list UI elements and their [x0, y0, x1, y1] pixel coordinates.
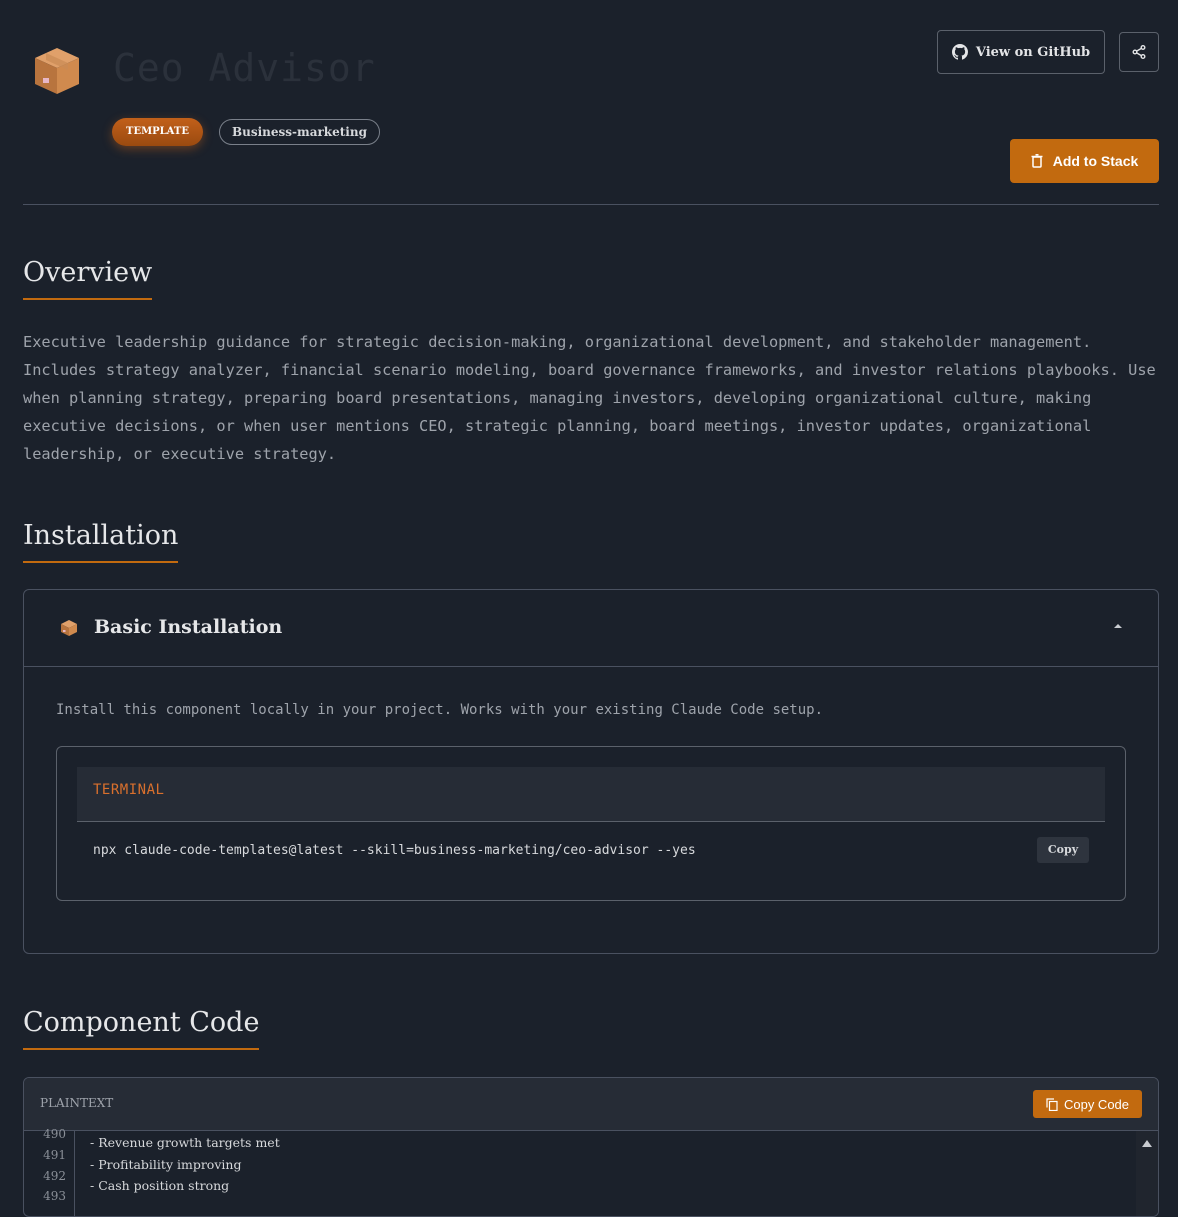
install-command[interactable]: npx claude-code-templates@latest --skill…: [93, 843, 696, 858]
line-number: 492: [43, 1169, 66, 1183]
installation-description: Install this component locally in your p…: [56, 702, 824, 718]
add-to-stack-label: Add to Stack: [1052, 153, 1139, 169]
basic-installation-toggle[interactable]: Basic Installation: [24, 590, 1158, 667]
basic-installation-card: Basic Installation Install this componen…: [23, 589, 1159, 954]
terminal-block: TERMINAL npx claude-code-templates@lates…: [56, 746, 1126, 901]
github-label: View on GitHub: [975, 44, 1091, 60]
line-number: 493: [43, 1189, 66, 1203]
add-to-stack-button[interactable]: Add to Stack: [1010, 139, 1159, 183]
line-number: 490: [43, 1127, 66, 1141]
trash-icon: [1031, 154, 1043, 168]
code-viewer: PLAINTEXT Copy Code 490 491 492 493 - Re…: [23, 1077, 1159, 1217]
code-line: - Profitability improving: [90, 1157, 242, 1172]
terminal-label: TERMINAL: [93, 782, 165, 798]
share-icon: [1132, 45, 1146, 59]
terminal-header: TERMINAL: [77, 767, 1105, 822]
category-badge[interactable]: Business-marketing: [218, 119, 380, 145]
copy-icon: [1046, 1097, 1058, 1111]
scroll-up-icon[interactable]: [1142, 1140, 1152, 1147]
package-icon: [61, 620, 77, 636]
page-header: Ceo Advisor TEMPLATE Business-marketing …: [23, 0, 1159, 205]
overview-heading: Overview: [23, 257, 153, 300]
share-button[interactable]: [1119, 32, 1159, 72]
component-code-section: Component Code: [23, 1007, 260, 1050]
code-language-label: PLAINTEXT: [40, 1096, 114, 1110]
github-icon: [951, 44, 968, 60]
package-icon: [35, 48, 79, 94]
view-on-github-button[interactable]: View on GitHub: [937, 30, 1105, 74]
component-code-heading: Component Code: [23, 1007, 260, 1050]
page-title: Ceo Advisor: [113, 46, 376, 90]
overview-section: Overview: [23, 257, 153, 300]
type-badge: TEMPLATE: [112, 118, 203, 146]
installation-heading: Installation: [23, 520, 179, 563]
code-line: - Revenue growth targets met: [90, 1135, 280, 1150]
installation-section: Installation: [23, 520, 179, 563]
code-line: - Cash position strong: [90, 1178, 230, 1193]
code-header: PLAINTEXT Copy Code: [24, 1078, 1158, 1131]
line-number-gutter: 490 491 492 493: [24, 1127, 75, 1216]
copy-command-button[interactable]: Copy: [1037, 837, 1089, 863]
line-number: 491: [43, 1148, 66, 1162]
basic-installation-title: Basic Installation: [94, 616, 283, 638]
code-scrollbar[interactable]: [1136, 1131, 1158, 1216]
copy-code-label: Copy Code: [1063, 1096, 1130, 1112]
copy-code-button[interactable]: Copy Code: [1033, 1090, 1142, 1118]
code-body[interactable]: 490 491 492 493 - Revenue growth targets…: [24, 1127, 1158, 1216]
tag-list: TEMPLATE Business-marketing: [112, 118, 380, 146]
chevron-up-icon[interactable]: [1114, 624, 1122, 628]
overview-text: Executive leadership guidance for strate…: [23, 333, 1156, 463]
